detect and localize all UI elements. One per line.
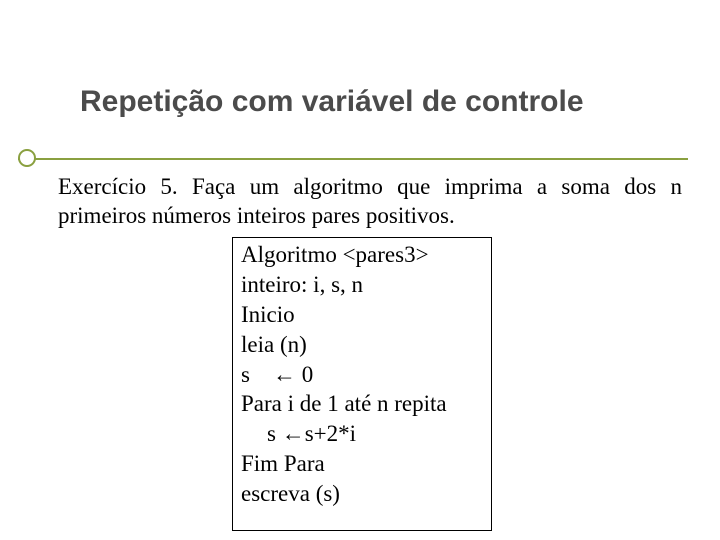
code-line: Fim Para bbox=[241, 449, 483, 479]
exercise-statement: Exercício 5. Faça um algoritmo que impri… bbox=[58, 173, 682, 231]
code-line: escreva (s) bbox=[241, 479, 483, 509]
code-line: s ← 0 bbox=[241, 360, 483, 390]
divider-dot-icon bbox=[18, 149, 36, 167]
code-line: Inicio bbox=[241, 300, 483, 330]
code-line: Para i de 1 até n repita bbox=[241, 389, 483, 419]
slide: Repetição com variável de controle Exerc… bbox=[0, 0, 720, 540]
code-line: leia (n) bbox=[241, 330, 483, 360]
code-line: inteiro: i, s, n bbox=[241, 270, 483, 300]
divider-line bbox=[18, 158, 688, 160]
algorithm-box: Algoritmo <pares3> inteiro: i, s, n Inic… bbox=[232, 237, 492, 531]
code-line: Algoritmo <pares3> bbox=[241, 240, 483, 270]
code-line: s ←s+2*i bbox=[241, 419, 483, 449]
page-title: Repetição com variável de controle bbox=[80, 85, 584, 119]
